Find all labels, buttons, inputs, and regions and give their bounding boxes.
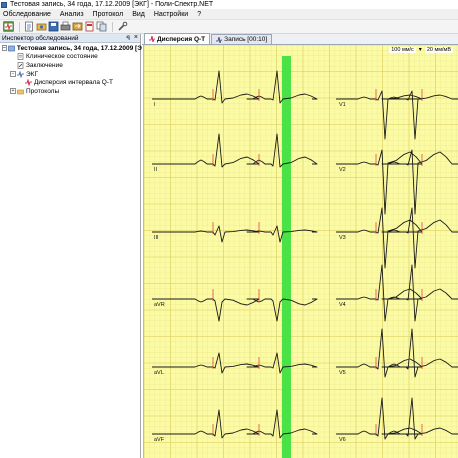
close-icon[interactable]: ×: [134, 34, 138, 41]
menu-exam[interactable]: Обследование: [3, 11, 51, 18]
expand-icon[interactable]: +: [10, 88, 16, 95]
ecg-trace-V6: [336, 397, 458, 440]
window-title: Тестовая запись, 34 года, 17.12.2009 [ЭК…: [10, 1, 214, 8]
chevron-down-icon[interactable]: ▾: [419, 46, 422, 53]
conclusion-icon: [17, 62, 24, 69]
clinical-state-icon: [17, 53, 24, 61]
open-icon[interactable]: [24, 21, 35, 32]
ecg-grid-canvas[interactable]: [144, 45, 458, 458]
menu-protocol[interactable]: Протокол: [93, 11, 124, 18]
ecg-trace-V2: [336, 149, 458, 215]
app-icon: [1, 1, 7, 8]
menu-analysis[interactable]: Анализ: [60, 11, 84, 18]
lead-label: I: [154, 102, 156, 108]
print-icon[interactable]: [60, 21, 71, 32]
tree-node-label: Заключение: [26, 61, 63, 69]
patient-record-icon: [8, 45, 15, 52]
tree-node-label: Тестовая запись, 34 года, 17.12.2009 [ЭК…: [16, 44, 152, 52]
tab-label: Дисперсия Q-T: [157, 35, 206, 43]
tree-node[interactable]: Заключение: [0, 61, 140, 70]
ecg-record-icon: [216, 36, 223, 43]
inspector-header: Инспектор обследований ꟼ ×: [0, 34, 140, 43]
menu-settings[interactable]: Настройки: [154, 11, 188, 18]
pin-icon[interactable]: ꟼ: [126, 35, 130, 42]
tree-node-label: Клиническое состояние: [26, 53, 98, 61]
menu-bar: Обследование Анализ Протокол Вид Настрой…: [0, 9, 458, 20]
export-icon[interactable]: [72, 21, 83, 32]
collapse-icon[interactable]: −: [10, 71, 16, 78]
grid-minor-lines: [144, 45, 458, 458]
tree-node[interactable]: Клиническое состояние: [0, 53, 140, 62]
lead-label: aVL: [154, 370, 164, 376]
document-tabs: Дисперсия Q-T Запись [00:10]: [142, 33, 458, 45]
toolbar: [0, 20, 458, 34]
title-bar: Тестовая запись, 34 года, 17.12.2009 [ЭК…: [0, 0, 458, 9]
copy-icon[interactable]: [96, 21, 107, 32]
qt-dispersion-icon: [25, 78, 32, 87]
lead-label: V1: [339, 102, 346, 108]
tree-node-label: Протоколы: [26, 87, 60, 95]
measurement-marker: [282, 56, 291, 458]
ecg-trace-V3: [336, 207, 458, 269]
lead-label: V4: [339, 302, 346, 308]
ecg-trace-V4: [336, 264, 458, 322]
settings-wrench-icon[interactable]: [117, 21, 128, 32]
new-exam-icon[interactable]: [3, 21, 14, 32]
tree-node[interactable]: Дисперсия интервала Q-T: [0, 78, 140, 87]
lead-label: V3: [339, 235, 346, 241]
tree-node[interactable]: + Протоколы: [0, 87, 140, 96]
tab-label: Запись [00:10]: [224, 36, 268, 43]
lead-label: III: [154, 235, 159, 241]
lead-label: V5: [339, 370, 346, 376]
ecg-viewer[interactable]: 100 мм/с ▾ 20 мм/мВ I V1 II V2 III V3 aVR V4 aVL…: [143, 45, 458, 458]
speed-selector[interactable]: 100 мм/с: [389, 46, 416, 53]
lead-label: V2: [339, 167, 346, 173]
tab-qt-dispersion[interactable]: Дисперсия Q-T: [144, 33, 211, 44]
exam-tree: − Тестовая запись, 34 года, 17.12.2009 [Э…: [0, 43, 152, 96]
menu-help[interactable]: ?: [197, 11, 201, 18]
lead-label: aVF: [154, 437, 165, 443]
tree-node[interactable]: − ЭКГ: [0, 70, 140, 79]
folder-icon: [17, 88, 24, 95]
collapse-icon[interactable]: −: [2, 45, 7, 52]
document-area: Дисперсия Q-T Запись [00:10] 100 мм/с ▾ …: [142, 33, 458, 458]
lead-label: II: [154, 167, 158, 173]
lead-label: aVR: [154, 302, 165, 308]
tree-node-label: Дисперсия интервала Q-T: [34, 79, 113, 87]
toolbar-separator: [112, 21, 113, 32]
lead-label: V6: [339, 437, 346, 443]
tree-node-label: ЭКГ: [26, 70, 38, 78]
save-icon[interactable]: [48, 21, 59, 32]
exam-inspector-panel: Инспектор обследований ꟼ × − Тестовая зап…: [0, 34, 152, 458]
tree-node[interactable]: − Тестовая запись, 34 года, 17.12.2009 [Э…: [0, 44, 152, 53]
report-icon[interactable]: [84, 21, 95, 32]
tab-record[interactable]: Запись [00:10]: [211, 34, 273, 44]
menu-view[interactable]: Вид: [132, 11, 145, 18]
record-icon[interactable]: [36, 21, 47, 32]
display-controls: 100 мм/с ▾ 20 мм/мВ: [389, 46, 456, 53]
amplitude-selector[interactable]: 20 мм/мВ: [424, 46, 453, 53]
qt-dispersion-icon: [149, 35, 155, 43]
ecg-icon: [17, 70, 24, 79]
toolbar-separator: [19, 21, 20, 32]
inspector-title: Инспектор обследований: [2, 34, 79, 42]
